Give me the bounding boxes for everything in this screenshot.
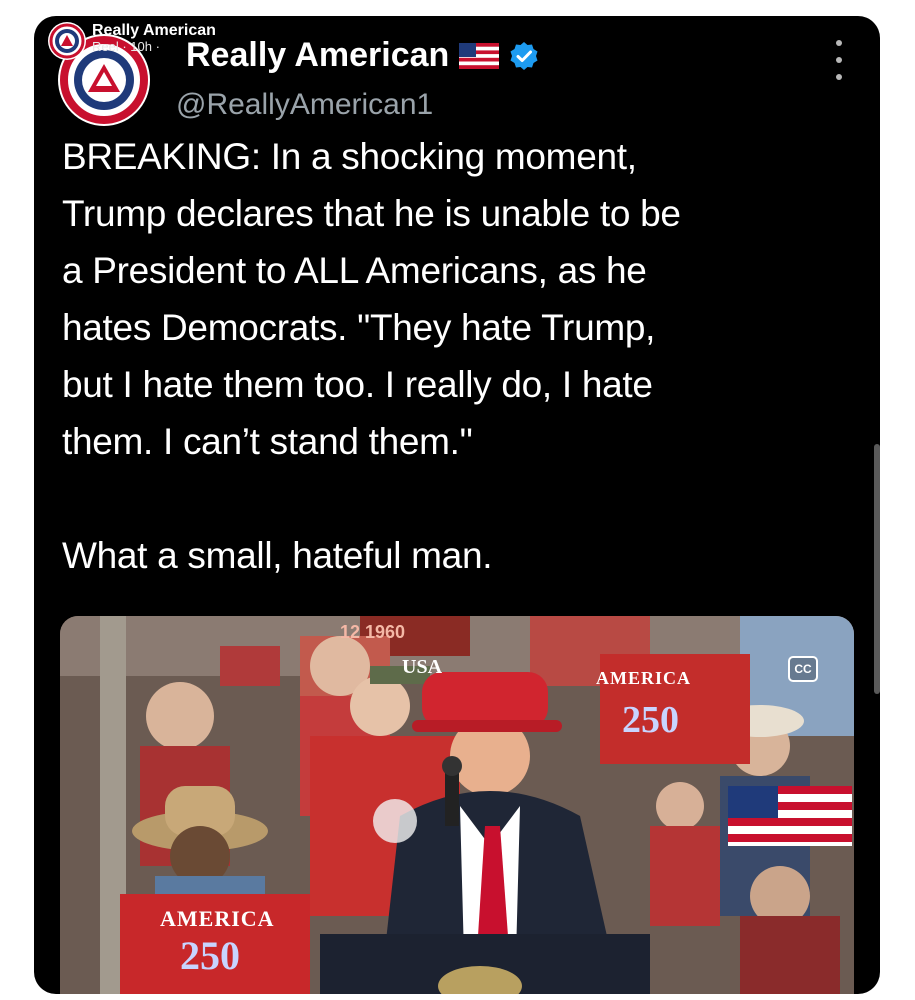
closed-captions-button[interactable]: CC — [788, 656, 818, 682]
display-name-row: Really American — [186, 36, 539, 75]
scrollbar[interactable] — [874, 444, 880, 694]
overlay-avatar[interactable] — [48, 22, 86, 60]
more-options-icon[interactable] — [834, 40, 844, 80]
sign-right-number: 250 — [622, 699, 679, 741]
sign-left-number: 250 — [180, 933, 240, 978]
sign-left-word: AMERICA — [160, 906, 275, 931]
post-card: Really American Reel · 10h · Really Amer… — [34, 16, 880, 994]
us-flag-icon — [459, 42, 500, 69]
really-american-logo-icon — [49, 23, 85, 59]
sign-right-word: AMERICA — [596, 668, 691, 688]
post-body: BREAKING: In a shocking moment, Trump de… — [62, 128, 852, 584]
post-paragraph: What a small, hateful man. — [62, 535, 493, 576]
user-handle[interactable]: @ReallyAmerican1 — [176, 88, 433, 122]
hat-text: USA — [402, 656, 443, 678]
post-paragraph: BREAKING: In a shocking moment, Trump de… — [62, 136, 681, 462]
background-sign-text: 12 1960 — [340, 622, 406, 642]
verified-badge-icon — [510, 41, 538, 70]
display-name[interactable]: Really American — [186, 36, 449, 75]
